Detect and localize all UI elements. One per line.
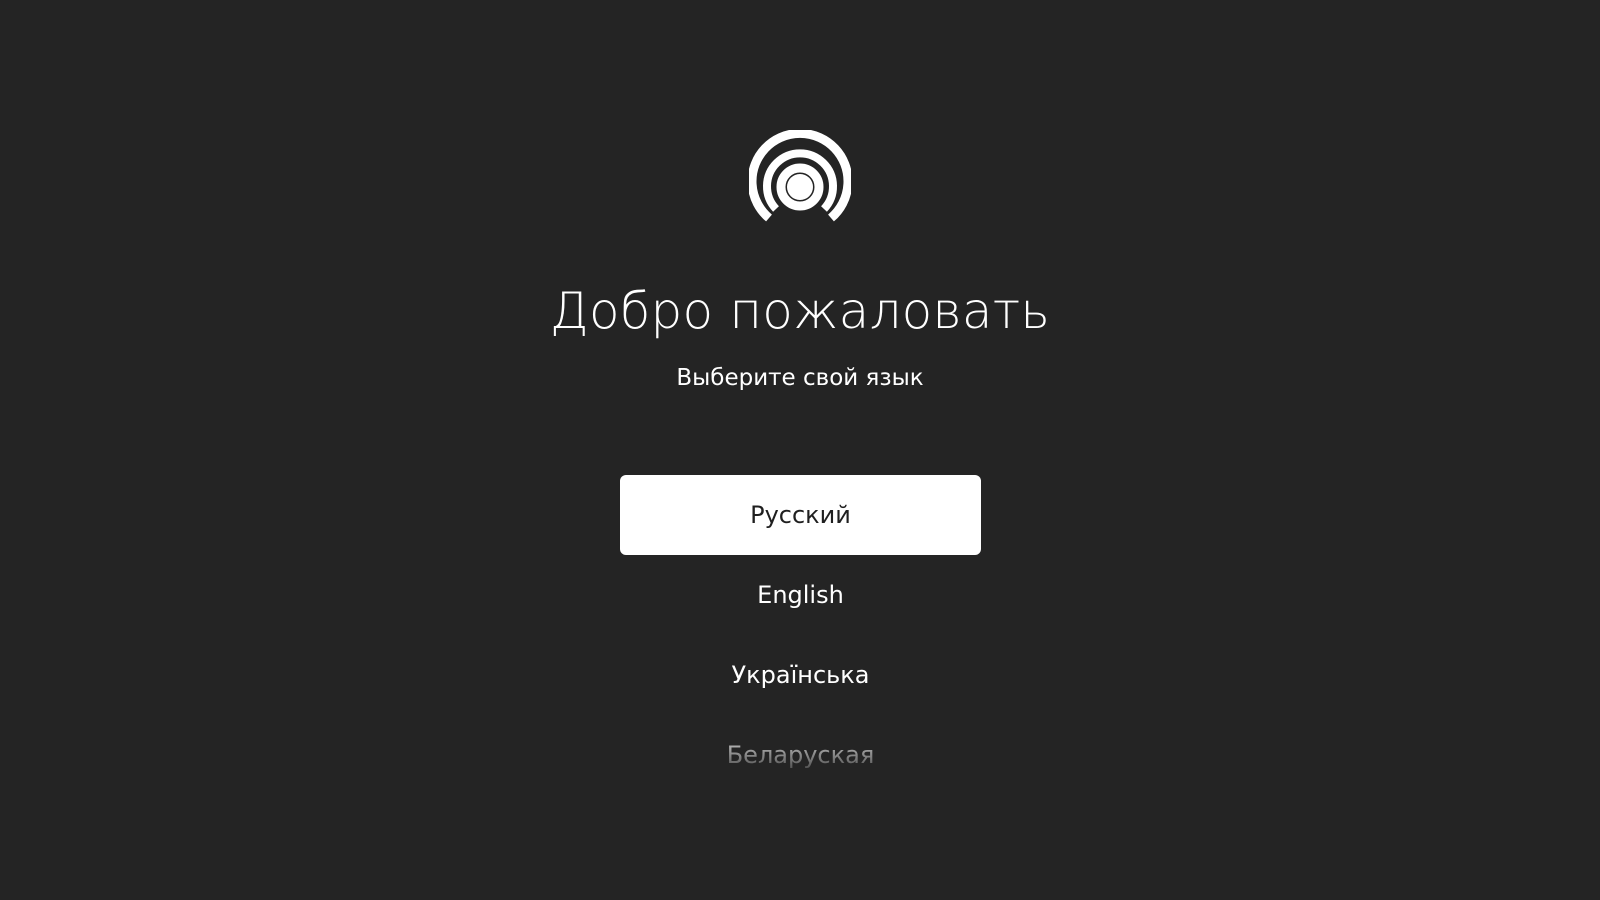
language-option-ukrainian[interactable]: Українська bbox=[620, 635, 981, 715]
language-list[interactable]: Русский English Українська Беларуская bbox=[620, 475, 981, 775]
language-option-russian[interactable]: Русский bbox=[620, 475, 981, 555]
brand-logo-icon bbox=[747, 128, 853, 226]
concentric-circles-logo-icon bbox=[747, 128, 853, 222]
page-subtitle: Выберите свой язык bbox=[676, 365, 924, 391]
page-title: Добро пожаловать bbox=[549, 282, 1051, 340]
language-option-english[interactable]: English bbox=[620, 555, 981, 635]
language-option-belarusian[interactable]: Беларуская bbox=[620, 715, 981, 775]
welcome-screen: Добро пожаловать Выберите свой язык Русс… bbox=[0, 0, 1600, 900]
